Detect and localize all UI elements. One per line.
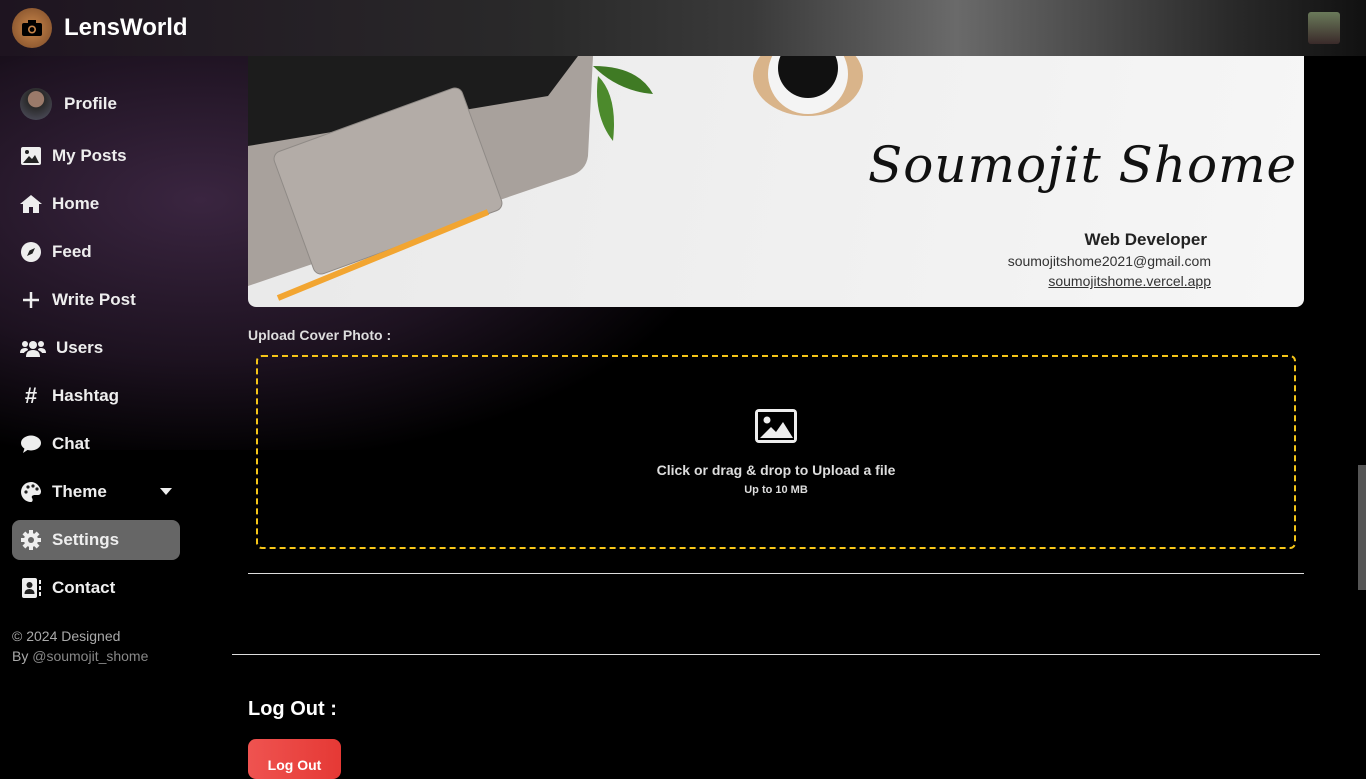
cover-photo: Soumojit Shome Web Developer soumojitsho…	[248, 56, 1304, 307]
nav-label: Chat	[52, 434, 90, 453]
nav-label: My Posts	[52, 146, 127, 165]
hashtag-icon: #	[24, 383, 38, 408]
home-icon	[20, 193, 42, 215]
cover-upload-dropzone[interactable]: Click or drag & drop to Upload a file Up…	[256, 355, 1296, 549]
divider	[232, 654, 1320, 655]
sidebar-item-hashtag[interactable]: # Hashtag	[12, 376, 180, 416]
palette-icon	[20, 481, 42, 503]
nav-label: Write Post	[52, 290, 136, 309]
sidebar-item-feed[interactable]: Feed	[12, 232, 180, 272]
camera-logo-icon[interactable]	[12, 8, 52, 48]
sidebar-item-my-posts[interactable]: My Posts	[12, 136, 180, 176]
cover-website: soumojitshome.vercel.app	[1048, 273, 1211, 289]
cover-signature: Soumojit Shome	[868, 136, 1298, 194]
image-icon	[20, 145, 42, 167]
upload-prompt: Click or drag & drop to Upload a file	[656, 461, 896, 478]
footer-credit: © 2024 Designed By @soumojit_shome	[12, 626, 148, 666]
chat-icon	[20, 433, 42, 455]
sidebar-item-profile[interactable]: Profile	[12, 84, 180, 124]
sidebar-item-chat[interactable]: Chat	[12, 424, 180, 464]
user-avatar[interactable]	[1308, 12, 1340, 44]
cover-role: Web Developer	[1084, 230, 1207, 249]
contact-icon	[20, 577, 42, 599]
sidebar-item-contact[interactable]: Contact	[12, 568, 180, 608]
nav-label: Theme	[52, 482, 107, 501]
nav-label: Hashtag	[52, 386, 120, 405]
nav-label: Settings	[52, 530, 120, 549]
chevron-down-icon[interactable]	[160, 488, 172, 495]
top-bar: LensWorld	[0, 0, 1366, 56]
footer-copyright: © 2024 Designed	[12, 628, 121, 644]
footer-by: By	[12, 648, 29, 664]
nav-label: Home	[52, 194, 100, 213]
logout-heading: Log Out :	[248, 698, 337, 720]
nav-label: Contact	[52, 578, 116, 597]
nav-label: Users	[56, 338, 104, 357]
image-upload-icon	[755, 408, 797, 448]
nav-label: Feed	[52, 242, 92, 261]
avatar	[20, 88, 52, 120]
sidebar-item-users[interactable]: Users	[12, 328, 180, 368]
scrollbar-thumb[interactable]	[1358, 465, 1366, 590]
sidebar-item-settings[interactable]: Settings	[12, 520, 180, 560]
sidebar-item-theme[interactable]: Theme	[12, 472, 180, 512]
sidebar: Profile My Posts Home Feed Write Post Us…	[0, 56, 192, 768]
upload-limit: Up to 10 MB	[744, 483, 808, 496]
divider	[248, 573, 1304, 574]
sidebar-item-write-post[interactable]: Write Post	[12, 280, 180, 320]
compass-icon	[20, 241, 42, 263]
brand-name[interactable]: LensWorld	[64, 14, 188, 42]
plus-icon	[20, 289, 42, 311]
gear-icon	[20, 529, 42, 551]
logout-button[interactable]: Log Out	[248, 739, 341, 779]
footer-handle-link[interactable]: @soumojit_shome	[32, 648, 148, 664]
upload-cover-label: Upload Cover Photo :	[248, 327, 392, 343]
users-icon	[20, 337, 46, 359]
nav-label: Profile	[64, 94, 117, 113]
sidebar-item-home[interactable]: Home	[12, 184, 180, 224]
cover-email: soumojitshome2021@gmail.com	[1007, 253, 1211, 269]
